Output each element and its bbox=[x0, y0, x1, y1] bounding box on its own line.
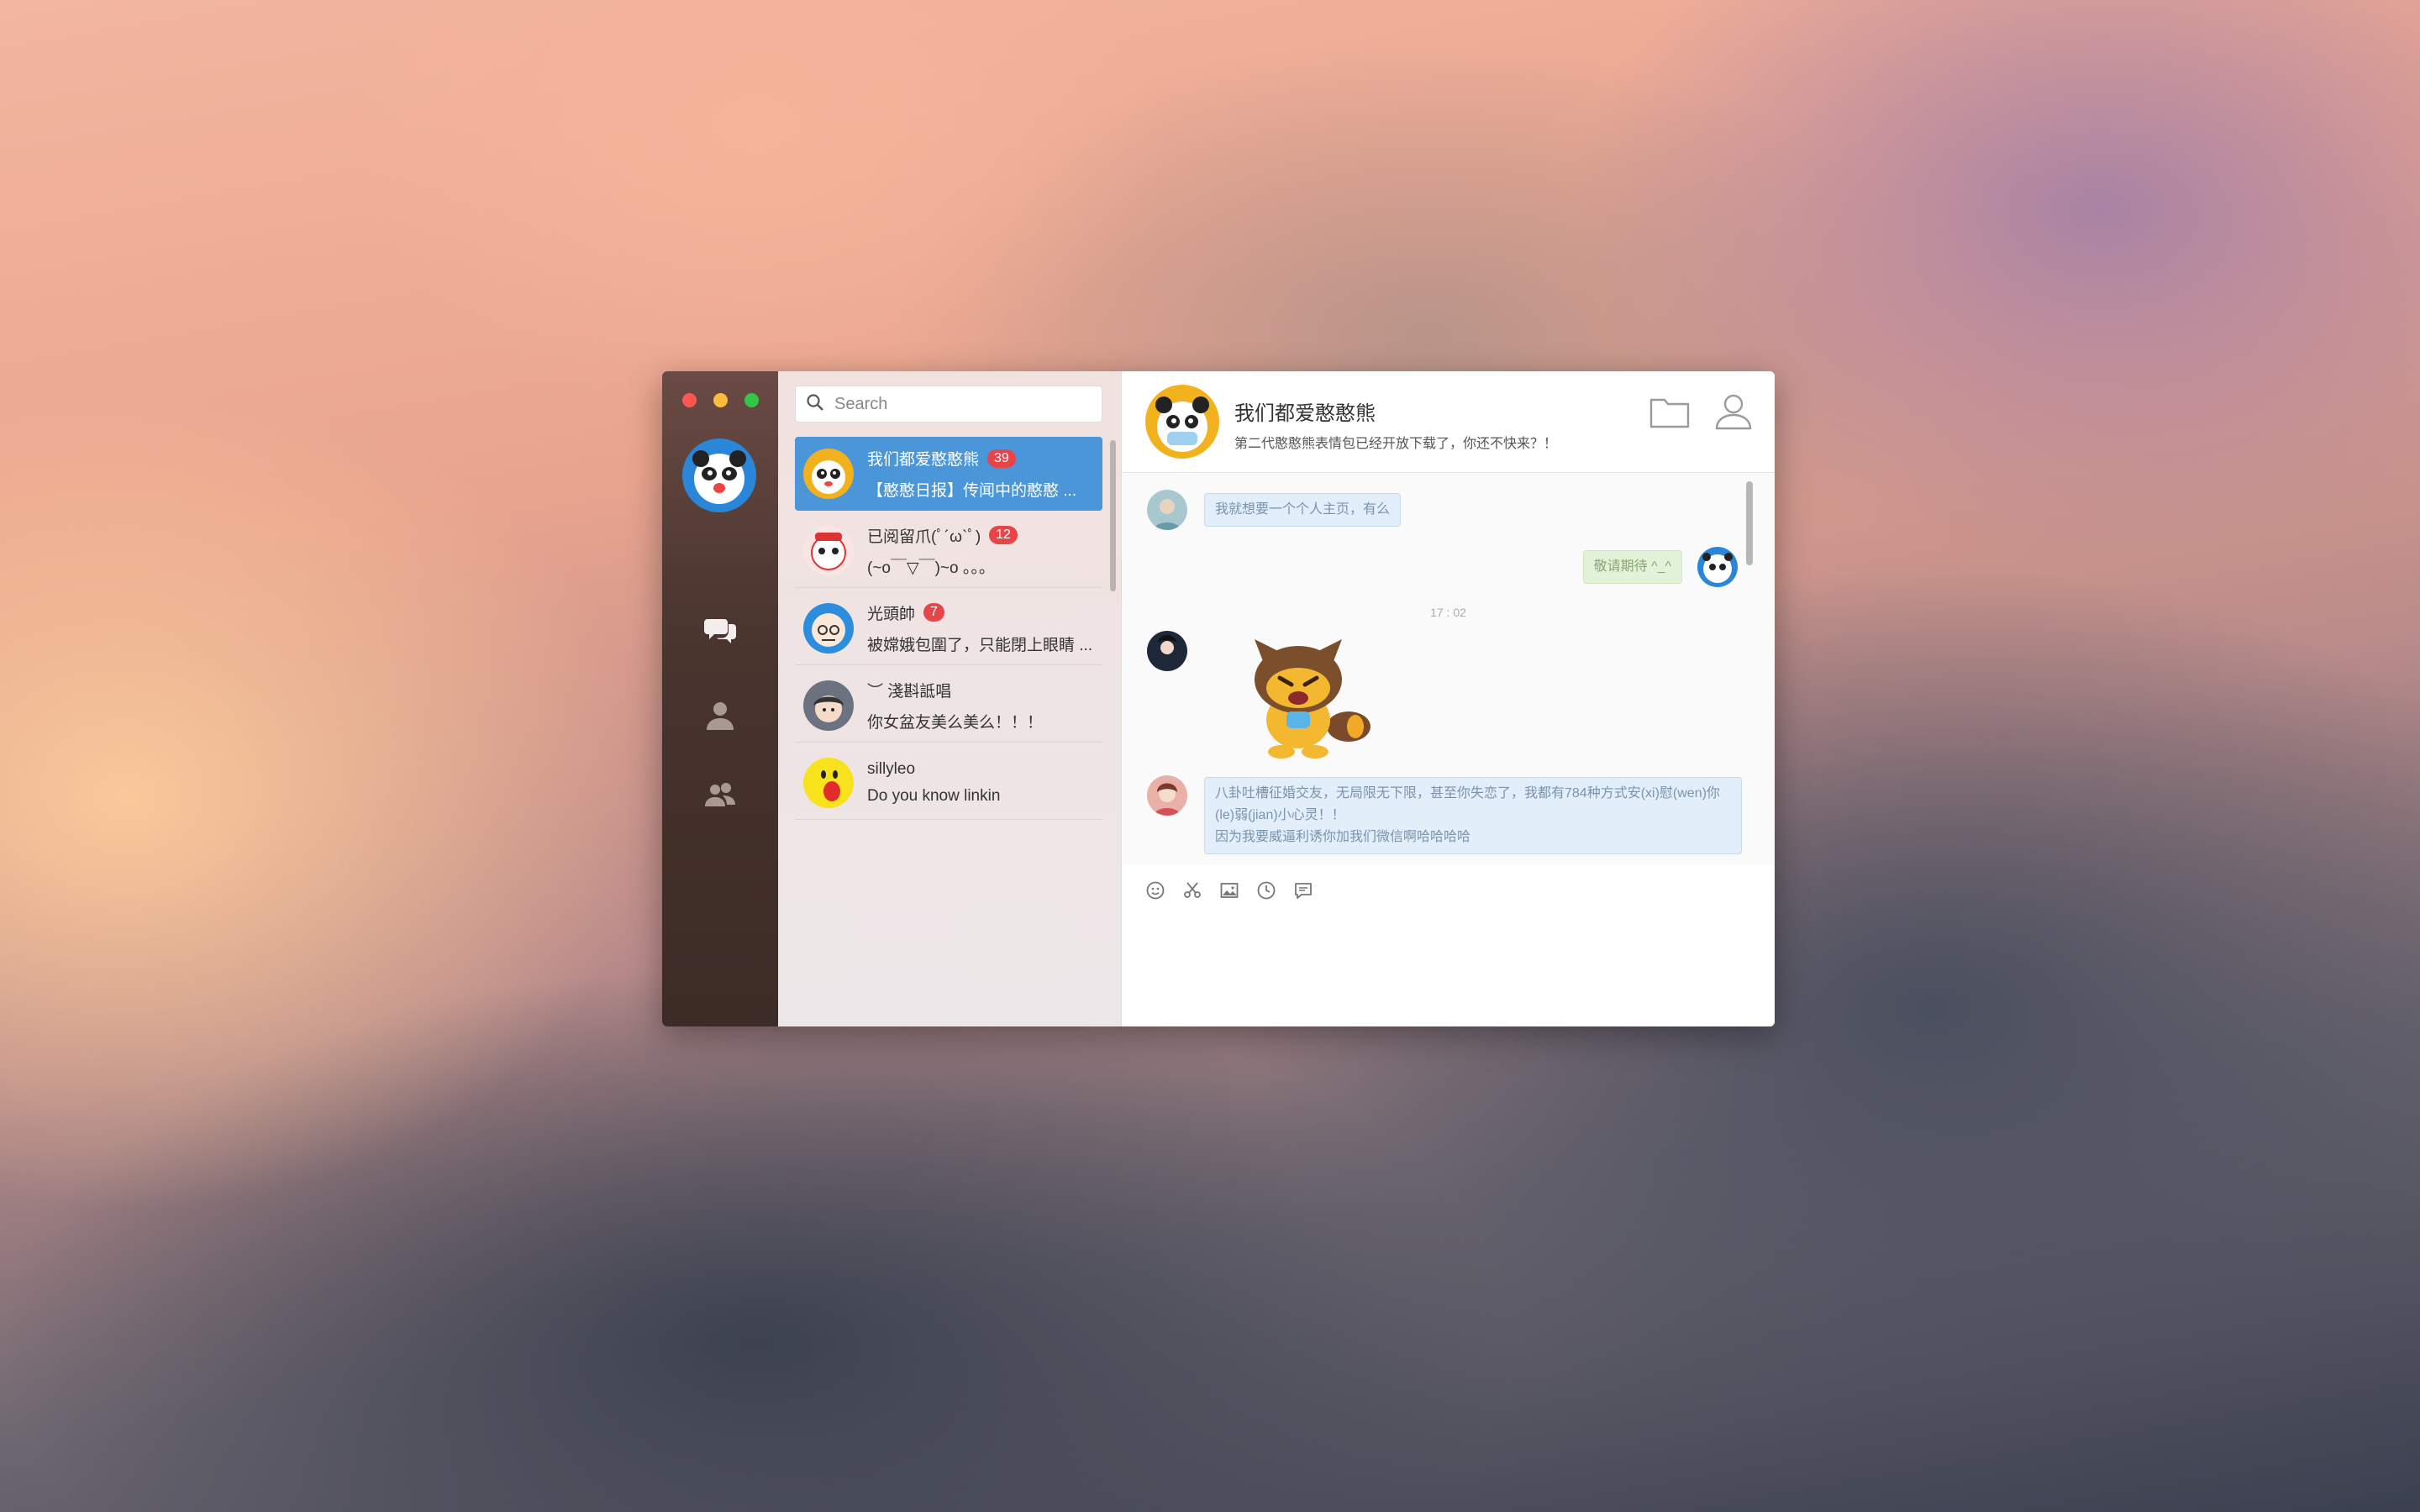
message-timestamp: 17 : 02 bbox=[1430, 606, 1466, 619]
my-avatar[interactable] bbox=[1697, 547, 1738, 587]
user-avatar[interactable] bbox=[682, 438, 756, 512]
sender-avatar[interactable] bbox=[1147, 631, 1187, 671]
conversation-name: 我们都爱憨憨熊 bbox=[867, 451, 980, 469]
unread-badge: 39 bbox=[987, 449, 1016, 468]
unread-badge: 7 bbox=[923, 603, 944, 622]
unread-badge: 12 bbox=[989, 526, 1018, 544]
search-input[interactable] bbox=[833, 393, 1088, 415]
conversation-name: 光頭帥 bbox=[867, 605, 916, 623]
conversation-avatar bbox=[803, 602, 854, 654]
conversation-item[interactable]: 已阅留爪(ﾟ´ω`ﾟ) 12 (~o￣▽￣)~o 。。。 bbox=[795, 514, 1102, 588]
emoji-icon[interactable] bbox=[1145, 880, 1165, 900]
conversation-item[interactable]: sillyleo Do you know linkin bbox=[795, 746, 1102, 820]
sticker-image[interactable] bbox=[1214, 627, 1382, 762]
chat-subtitle: 第二代憨憨熊表情包已经开放下载了，你还不快来？！ bbox=[1234, 437, 1558, 451]
chat-title: 我们都爱憨憨熊 bbox=[1234, 402, 1376, 425]
maximize-window-button[interactable] bbox=[744, 393, 759, 407]
list-scrollbar[interactable] bbox=[1110, 440, 1116, 591]
conversation-avatar bbox=[803, 680, 854, 731]
clock-icon[interactable] bbox=[1256, 880, 1276, 900]
sender-avatar[interactable] bbox=[1147, 775, 1187, 816]
conversation-preview: 你女盆友美么美么！！！ bbox=[867, 713, 1044, 732]
conversation-list-panel: 我们都爱憨憨熊 39 【憨憨日报】传闻中的憨憨 ... 已阅留爪(ﾟ´ω`ﾟ) 12… bbox=[778, 371, 1122, 1026]
window-controls bbox=[682, 393, 759, 407]
profile-icon[interactable] bbox=[1712, 391, 1754, 432]
search-icon bbox=[806, 393, 824, 416]
app-window: 我们都爱憨憨熊 39 【憨憨日报】传闻中的憨憨 ... 已阅留爪(ﾟ´ω`ﾟ) 12… bbox=[662, 371, 1775, 1026]
folder-icon[interactable] bbox=[1649, 393, 1691, 430]
composer-toolbar bbox=[1145, 880, 1313, 900]
message-composer[interactable] bbox=[1122, 911, 1775, 1026]
message-text: 因为我要威逼利诱你加我们微信啊哈哈哈哈 bbox=[1215, 830, 1471, 844]
search-box[interactable] bbox=[795, 386, 1102, 423]
sender-avatar[interactable] bbox=[1147, 490, 1187, 530]
chat-scrollbar[interactable] bbox=[1746, 481, 1753, 565]
conversation-preview: (~o￣▽￣)~o 。。。 bbox=[867, 559, 995, 577]
message-bubble-mine: 敬请期待 ^_^ bbox=[1582, 550, 1682, 584]
message-text: 八卦吐槽征婚交友，无局限无下限，甚至你失恋了，我都有784种方式安(xi)慰(w… bbox=[1215, 786, 1720, 822]
scissors-icon[interactable] bbox=[1182, 880, 1202, 900]
chat-header: 我们都爱憨憨熊 第二代憨憨熊表情包已经开放下载了，你还不快来？！ bbox=[1122, 371, 1775, 473]
message-input[interactable] bbox=[1122, 911, 1775, 1026]
minimize-window-button[interactable] bbox=[713, 393, 728, 407]
close-window-button[interactable] bbox=[682, 393, 697, 407]
message-bubble: 八卦吐槽征婚交友，无局限无下限，甚至你失恋了，我都有784种方式安(xi)慰(w… bbox=[1204, 777, 1742, 854]
conversation-avatar bbox=[803, 525, 854, 576]
conversation-name: ︶ 淺斟詆唱 bbox=[867, 682, 952, 701]
conversation-preview: 【憨憨日报】传闻中的憨憨 ... bbox=[867, 482, 1077, 500]
conversation-name: 已阅留爪(ﾟ´ω`ﾟ) bbox=[867, 528, 981, 546]
conversation-item[interactable]: 我们都爱憨憨熊 39 【憨憨日报】传闻中的憨憨 ... bbox=[795, 437, 1102, 511]
sidebar-rail bbox=[662, 371, 778, 1026]
conversation-avatar bbox=[803, 449, 854, 499]
image-icon[interactable] bbox=[1219, 880, 1239, 900]
chat-icon[interactable] bbox=[700, 610, 740, 650]
chat-panel: 我们都爱憨憨熊 第二代憨憨熊表情包已经开放下载了，你还不快来？！ 我就想要一个个… bbox=[1122, 371, 1775, 1026]
groups-icon[interactable] bbox=[700, 774, 740, 815]
conversation-preview: Do you know linkin bbox=[867, 786, 1001, 805]
conversation-preview: 被嫦娥包圍了，只能閉上眼睛 ... bbox=[867, 636, 1093, 654]
conversation-item[interactable]: ︶ 淺斟詆唱 你女盆友美么美么！！！ bbox=[795, 669, 1102, 743]
contacts-icon[interactable] bbox=[700, 696, 740, 736]
conversation-item[interactable]: 光頭帥 7 被嫦娥包圍了，只能閉上眼睛 ... bbox=[795, 591, 1102, 665]
conversation-avatar bbox=[803, 757, 854, 808]
comment-icon[interactable] bbox=[1293, 880, 1313, 900]
message-bubble: 我就想要一个个人主页，有么 bbox=[1204, 493, 1402, 527]
conversation-name: sillyleo bbox=[867, 759, 916, 778]
group-avatar[interactable] bbox=[1145, 385, 1219, 459]
message-area: 我就想要一个个人主页，有么 敬请期待 ^_^ 17 : 02 八卦吐槽征婚交友，… bbox=[1122, 473, 1775, 864]
